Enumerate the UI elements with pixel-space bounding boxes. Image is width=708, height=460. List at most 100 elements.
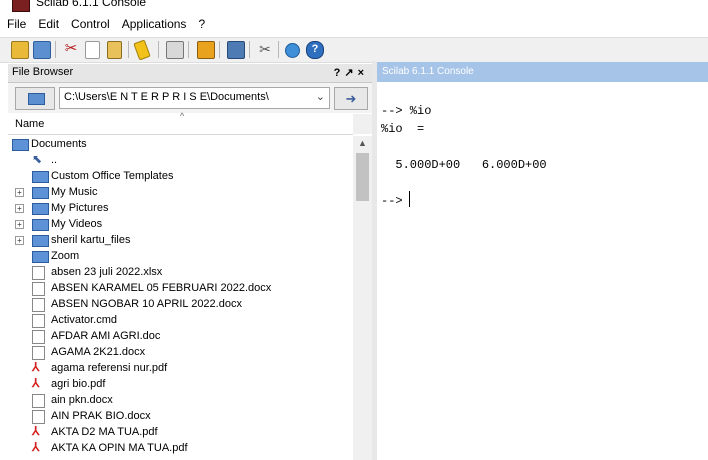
file-icon [32, 266, 45, 280]
file-tree-item[interactable]: + sheril kartu_files [8, 232, 353, 248]
cut-icon[interactable]: ✂ [63, 41, 79, 57]
sort-indicator-icon: ^ [180, 111, 185, 121]
chevron-down-icon[interactable]: ⌄ [316, 90, 325, 103]
file-tree-item[interactable]: Documents [8, 136, 353, 152]
folder-icon [32, 219, 49, 231]
file-tree-item-label: My Music [51, 186, 98, 198]
file-tree-item[interactable]: Activator.cmd [8, 312, 353, 328]
file-icon [32, 314, 45, 328]
name-column-label: Name [15, 118, 45, 130]
file-tree-item-label: ain pkn.docx [51, 394, 113, 406]
module-manager-icon[interactable]: ✂ [257, 41, 273, 57]
file-tree-item[interactable]: ABSEN NGOBAR 10 APRIL 2022.docx [8, 296, 353, 312]
file-browser-path-bar: C:\Users\E N T E R P R I S E\Documents\ … [8, 83, 372, 113]
file-tree-item[interactable]: ⅄ agri bio.pdf [8, 376, 353, 392]
console-title: Scilab 6.1.1 Console [382, 66, 474, 77]
file-browser-title: File Browser [12, 66, 74, 78]
new-script-icon[interactable] [11, 41, 29, 59]
file-tree-item[interactable]: + My Music [8, 184, 353, 200]
file-tree-item-label: Documents [31, 138, 87, 150]
folder-icon [32, 187, 49, 199]
file-tree-item[interactable]: AFDAR AMI AGRI.doc [8, 328, 353, 344]
copy-icon[interactable] [85, 41, 100, 59]
path-combobox[interactable]: C:\Users\E N T E R P R I S E\Documents\ … [59, 87, 330, 109]
file-icon [32, 346, 45, 360]
file-tree-item-label: sheril kartu_files [51, 234, 131, 246]
file-tree-item[interactable]: + My Videos [8, 216, 353, 232]
file-tree-scrollbar[interactable]: ▲ [353, 136, 372, 460]
folder-icon [12, 139, 29, 151]
expand-icon[interactable]: + [15, 220, 24, 229]
file-tree-item-label: ABSEN KARAMEL 05 FEBRUARI 2022.docx [51, 282, 272, 294]
file-tree-item[interactable]: ain pkn.docx [8, 392, 353, 408]
file-tree-item-label: Zoom [51, 250, 80, 262]
console-line: 5.000D+00 6.000D+00 [381, 158, 547, 172]
file-tree-item[interactable]: ⅄ AKTA D2 MA TUA.pdf [8, 424, 353, 440]
file-tree-item-label: agri bio.pdf [51, 378, 106, 390]
file-browser-controls: ?↗× [334, 66, 368, 79]
variable-browser-icon[interactable] [227, 41, 245, 59]
menu-file[interactable]: File [2, 14, 31, 31]
menu-edit[interactable]: Edit [33, 14, 64, 31]
file-tree-item[interactable]: ⅄ agama referensi nur.pdf [8, 360, 353, 376]
file-tree-item[interactable]: Custom Office Templates [8, 168, 353, 184]
help-icon[interactable]: ? [334, 67, 345, 79]
go-to-path-button[interactable]: ➜ [334, 87, 368, 110]
file-tree-item-label: AKTA KA OPIN MA TUA.pdf [51, 442, 188, 454]
console-prompt: --> [381, 194, 410, 208]
console-output[interactable]: --> %io %io = 5.000D+00 6.000D+00 --> [377, 82, 708, 460]
scilab-app-icon [12, 0, 30, 12]
file-tree-item-label: ABSEN NGOBAR 10 APRIL 2022.docx [51, 298, 242, 310]
file-tree: Documents ⬉.. Custom Office Templates + My M… [8, 136, 353, 460]
expand-icon[interactable]: + [15, 204, 24, 213]
file-browser-header: File Browser ?↗× [8, 64, 372, 83]
file-tree-item[interactable]: absen 23 juli 2022.xlsx [8, 264, 353, 280]
window-title-bar: Scilab 6.1.1 Console [0, 0, 708, 12]
file-tree-item-label: My Pictures [51, 202, 109, 214]
paste-icon[interactable] [107, 41, 122, 59]
file-tree-item-label: My Videos [51, 218, 103, 230]
print-icon[interactable] [166, 41, 184, 59]
clear-console-icon[interactable] [133, 39, 151, 61]
file-icon [32, 330, 45, 344]
menu-bar: File Edit Control Applications? [0, 14, 708, 36]
name-column-header[interactable]: Name ^ [8, 111, 353, 135]
file-tree-item-label: AGAMA 2K21.docx [51, 346, 146, 358]
expand-icon[interactable]: + [15, 236, 24, 245]
file-tree-item-label: absen 23 juli 2022.xlsx [51, 266, 163, 278]
open-file-icon[interactable] [33, 41, 51, 59]
menu-help[interactable]: ? [193, 14, 210, 31]
parent-directory-icon: ⬉ [32, 152, 43, 166]
path-value: C:\Users\E N T E R P R I S E\Documents\ [64, 91, 269, 103]
menu-applications[interactable]: Applications [117, 14, 192, 31]
expand-icon[interactable]: + [15, 188, 24, 197]
scrollbar-thumb[interactable] [356, 153, 369, 201]
select-folder-button[interactable] [15, 87, 55, 110]
file-tree-item[interactable]: AGAMA 2K21.docx [8, 344, 353, 360]
file-tree-item[interactable]: + My Pictures [8, 200, 353, 216]
file-icon [32, 394, 45, 408]
console-line: %io = [381, 122, 425, 136]
console-header: Scilab 6.1.1 Console [377, 62, 708, 82]
file-tree-item[interactable]: ⅄ AKTA KA OPIN MA TUA.pdf [8, 440, 353, 456]
file-tree-item[interactable]: ⬉.. [8, 152, 353, 168]
pdf-file-icon: ⅄ [32, 424, 40, 438]
applications-icon[interactable] [285, 43, 300, 58]
file-tree-item[interactable]: Zoom [8, 248, 353, 264]
file-tree-item[interactable]: ABSEN KARAMEL 05 FEBRUARI 2022.docx [8, 280, 353, 296]
menu-control[interactable]: Control [66, 14, 115, 31]
help-icon[interactable]: ? [306, 41, 324, 59]
folder-icon [32, 251, 49, 263]
file-icon [32, 410, 45, 424]
pdf-file-icon: ⅄ [32, 440, 40, 454]
file-tree-item-label: AFDAR AMI AGRI.doc [51, 330, 161, 342]
file-tree-item-label: .. [51, 154, 58, 166]
pdf-file-icon: ⅄ [32, 376, 40, 390]
window-title: Scilab 6.1.1 Console [36, 0, 147, 9]
change-directory-icon[interactable] [197, 41, 215, 59]
file-icon [32, 282, 45, 296]
file-tree-item[interactable]: AIN PRAK BIO.docx [8, 408, 353, 424]
close-icon[interactable]: × [358, 67, 368, 79]
scroll-up-icon[interactable]: ▲ [358, 138, 367, 148]
undock-icon[interactable]: ↗ [344, 67, 357, 79]
